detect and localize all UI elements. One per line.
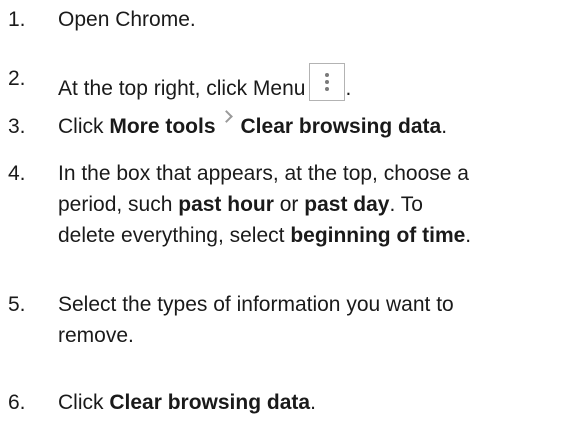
- step-number: 2.: [8, 67, 26, 90]
- chevron-right-icon: [219, 110, 233, 123]
- step-number: 5.: [8, 293, 26, 316]
- step-text: Select the types of information you want…: [58, 293, 454, 347]
- step-number: 3.: [8, 115, 26, 138]
- step-number: 6.: [8, 391, 26, 414]
- step-text: Open Chrome.: [58, 8, 196, 31]
- step-text: In the box that appears, at the top, cho…: [58, 162, 472, 247]
- step-number: 1.: [8, 8, 26, 31]
- step-text: Click More tools Clear browsing data.: [58, 110, 583, 142]
- step-text: Click Clear browsing data.: [58, 391, 316, 414]
- step-text: At the top right, click Menu.: [58, 63, 583, 104]
- three-dot-menu-icon: [309, 63, 346, 101]
- step-number: 4.: [8, 162, 26, 185]
